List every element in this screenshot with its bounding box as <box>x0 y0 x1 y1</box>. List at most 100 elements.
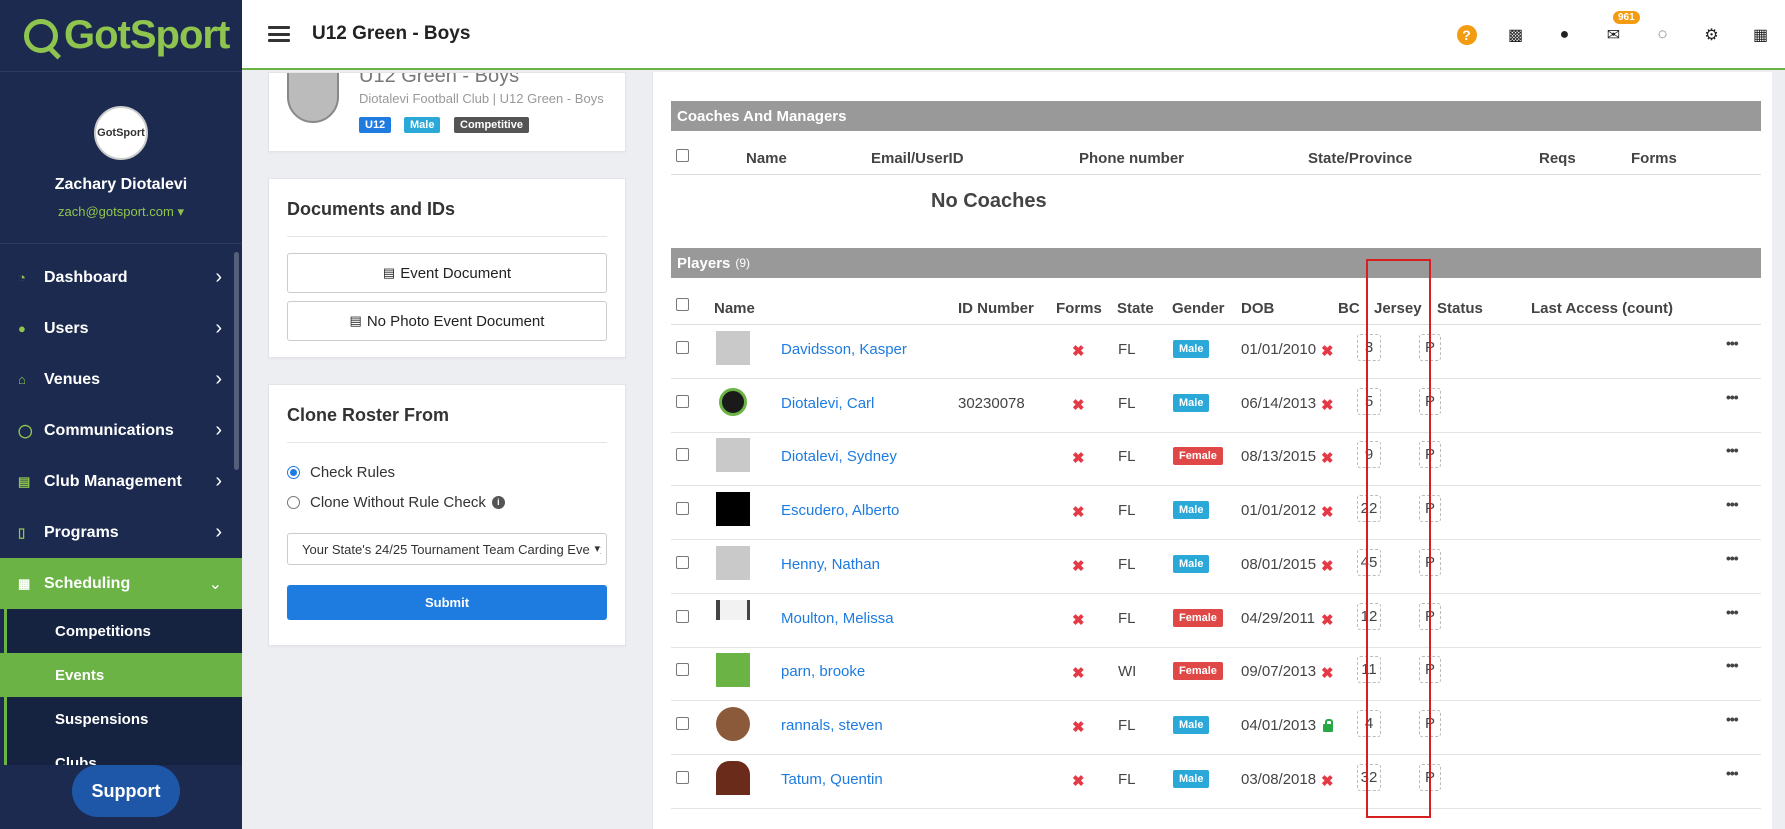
player-name-link[interactable]: Moulton, Melissa <box>781 610 894 627</box>
player-name-link[interactable]: parn, brooke <box>781 663 865 680</box>
column-header[interactable]: Name <box>746 150 787 167</box>
column-header[interactable]: DOB <box>1241 300 1274 317</box>
user-email: zach@gotsport.com <box>58 204 174 219</box>
column-header[interactable]: Status <box>1437 300 1483 317</box>
row-checkbox[interactable] <box>676 502 689 516</box>
mail-count-badge: 961 <box>1613 11 1640 24</box>
row-actions-icon[interactable]: ••• <box>1726 604 1739 620</box>
column-header[interactable]: BC <box>1338 300 1360 317</box>
event-document-button[interactable]: ▤ Event Document <box>287 253 607 293</box>
column-header[interactable]: State <box>1117 300 1154 317</box>
player-name-link[interactable]: Diotalevi, Carl <box>781 395 874 412</box>
table-row[interactable]: Henny, Nathan ✖ FL Male 08/01/2015 ✖ 45 P ••• <box>671 540 1761 594</box>
sidebar-item-communications[interactable]: ◯ Communications › <box>0 405 242 456</box>
brand-logo[interactable]: GotSport <box>0 0 242 72</box>
row-checkbox[interactable] <box>676 716 689 730</box>
player-photo <box>716 438 750 473</box>
player-state: FL <box>1118 394 1136 412</box>
left-column: U12 Green - Boys Diotalevi Football Club… <box>268 72 626 646</box>
event-select[interactable]: Your State's 24/25 Tournament Team Cardi… <box>287 533 607 565</box>
table-row[interactable]: Diotalevi, Sydney ✖ FL Female 08/13/2015 ✖ 9 P •… <box>671 432 1761 487</box>
sidebar-item-label: Club Management <box>44 472 182 490</box>
user-email-dropdown[interactable]: zach@gotsport.com ▾ <box>58 204 184 220</box>
row-actions-icon[interactable]: ••• <box>1726 550 1739 566</box>
row-checkbox[interactable] <box>676 663 689 677</box>
row-checkbox[interactable] <box>676 555 689 569</box>
forms-missing-icon: ✖ <box>1072 504 1085 522</box>
forms-missing-icon: ✖ <box>1072 450 1085 468</box>
chevron-down-icon: ⌄ <box>208 575 222 593</box>
row-actions-icon[interactable]: ••• <box>1726 496 1739 512</box>
sidebar-scrollbar[interactable] <box>234 252 239 470</box>
sidebar-item-scheduling[interactable]: ▦ Scheduling ⌄ <box>0 558 242 609</box>
column-header[interactable]: State/Province <box>1308 150 1412 167</box>
player-name-link[interactable]: rannals, steven <box>781 717 883 734</box>
sidebar-subitem-suspensions[interactable]: Suspensions <box>7 697 242 741</box>
gender-badge: Female <box>1173 447 1223 466</box>
column-header[interactable]: Email/UserID <box>871 150 964 167</box>
table-row[interactable]: Escudero, Alberto ✖ FL Male 01/01/2012 ✖ 22 P ••… <box>671 486 1761 541</box>
column-header[interactable]: Gender <box>1172 300 1225 317</box>
table-row[interactable]: Diotalevi, Carl 30230078 ✖ FL Male 06/14/2013… <box>671 379 1761 433</box>
row-actions-icon[interactable]: ••• <box>1726 765 1739 781</box>
row-actions-icon[interactable]: ••• <box>1726 335 1739 351</box>
player-name-link[interactable]: Escudero, Alberto <box>781 502 899 519</box>
check-rules-option[interactable]: Check Rules <box>287 457 607 487</box>
no-photo-event-document-button[interactable]: ▤ No Photo Event Document <box>287 301 607 341</box>
column-header[interactable]: ID Number <box>958 300 1034 317</box>
table-row[interactable]: Tatum, Quentin ✖ FL Male 03/08/2018 ✖ 32 P ••• <box>671 755 1761 809</box>
mail-button[interactable]: ✉ 961 <box>1589 11 1640 45</box>
column-header[interactable]: Forms <box>1631 150 1677 167</box>
sidebar-item-programs[interactable]: ▯ Programs › <box>0 507 242 558</box>
dashboard-icon: ◔ <box>18 270 26 285</box>
table-row[interactable]: parn, brooke ✖ WI Female 09/07/2013 ✖ 11 P ••• <box>671 647 1761 702</box>
player-photo <box>716 599 750 620</box>
sidebar-item-venues[interactable]: ⌂ Venues › <box>0 354 242 405</box>
player-name-link[interactable]: Tatum, Quentin <box>781 771 883 788</box>
radio-unselected[interactable] <box>287 495 300 509</box>
qr-code-button[interactable]: ▩ <box>1491 25 1540 45</box>
sidebar-subitem-competitions[interactable]: Competitions <box>7 609 242 653</box>
row-actions-icon[interactable]: ••• <box>1726 657 1739 673</box>
bc-missing-icon: ✖ <box>1321 772 1334 790</box>
bc-missing-icon: ✖ <box>1321 396 1334 414</box>
row-checkbox[interactable] <box>676 341 689 354</box>
row-checkbox[interactable] <box>676 448 689 462</box>
profile-button[interactable]: ● <box>1540 26 1589 44</box>
row-actions-icon[interactable]: ••• <box>1726 442 1739 458</box>
column-header[interactable]: Phone number <box>1079 150 1184 167</box>
select-all-coaches-checkbox[interactable] <box>676 149 689 162</box>
player-name-link[interactable]: Davidsson, Kasper <box>781 341 907 358</box>
sidebar-subitem-events[interactable]: Events <box>0 653 242 697</box>
chat-button[interactable]: ◌ <box>1638 26 1687 44</box>
sidebar-item-dashboard[interactable]: ◔ Dashboard › <box>0 252 242 303</box>
row-checkbox[interactable] <box>676 394 689 408</box>
player-name-link[interactable]: Diotalevi, Sydney <box>781 448 897 465</box>
row-checkbox[interactable] <box>676 609 689 623</box>
apps-button[interactable]: ▦ <box>1736 25 1785 45</box>
column-header[interactable]: Reqs <box>1539 150 1576 167</box>
table-row[interactable]: Moulton, Melissa ✖ FL Female 04/29/2011 ✖ 12 P •… <box>671 594 1761 648</box>
menu-toggle-icon[interactable] <box>268 26 290 42</box>
sidebar-item-club-management[interactable]: ▤ Club Management › <box>0 456 242 507</box>
submit-button[interactable]: Submit <box>287 585 607 620</box>
radio-selected[interactable] <box>287 465 300 479</box>
column-header[interactable]: Name <box>714 300 755 317</box>
info-icon[interactable]: i <box>491 495 505 509</box>
help-button[interactable]: ? <box>1442 25 1491 45</box>
club-icon: ▤ <box>18 473 31 489</box>
column-header[interactable]: Last Access (count) <box>1531 300 1673 317</box>
player-name-link[interactable]: Henny, Nathan <box>781 556 880 573</box>
row-actions-icon[interactable]: ••• <box>1726 389 1739 405</box>
column-header[interactable]: Forms <box>1056 300 1102 317</box>
table-row[interactable]: rannals, steven ✖ FL Male 04/01/2013 4 P ••• <box>671 701 1761 755</box>
settings-button[interactable]: ⚙ <box>1687 25 1736 45</box>
sidebar-item-users[interactable]: ● Users › <box>0 303 242 354</box>
clone-without-rule-check-option[interactable]: Clone Without Rule Check i <box>287 487 607 517</box>
player-dob: 09/07/2013 <box>1241 663 1317 681</box>
support-button[interactable]: Support <box>72 765 180 817</box>
table-row[interactable]: Davidsson, Kasper ✖ FL Male 01/01/2010 ✖ 3 P ••• <box>671 325 1761 379</box>
select-all-players-checkbox[interactable] <box>676 298 689 311</box>
row-actions-icon[interactable]: ••• <box>1726 711 1739 727</box>
row-checkbox[interactable] <box>676 770 689 784</box>
